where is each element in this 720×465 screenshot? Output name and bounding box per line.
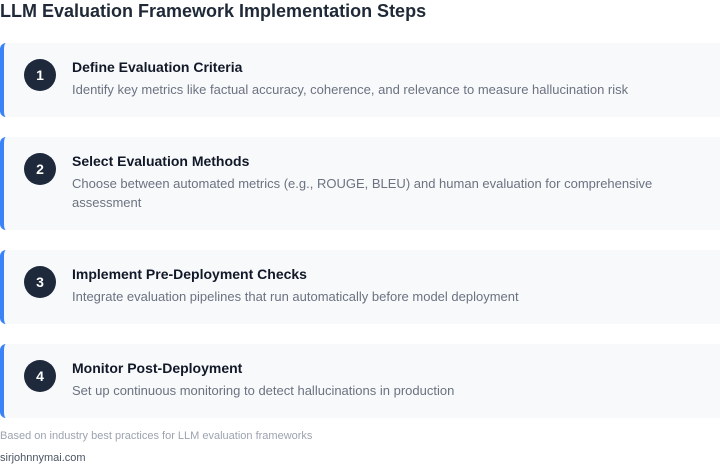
- step-number-badge: 2: [24, 153, 56, 185]
- step-card-2: 2 Select Evaluation Methods Choose betwe…: [0, 137, 720, 230]
- step-title: Select Evaluation Methods: [72, 153, 250, 169]
- step-card-4: 4 Monitor Post-Deployment Set up continu…: [0, 344, 720, 418]
- source-footnote: Based on industry best practices for LLM…: [0, 430, 313, 442]
- step-number-badge: 3: [24, 266, 56, 298]
- step-title: Implement Pre-Deployment Checks: [72, 266, 307, 282]
- step-card-1: 1 Define Evaluation Criteria Identify ke…: [0, 43, 720, 117]
- step-description: Choose between automated metrics (e.g., …: [72, 176, 653, 210]
- step-title: Monitor Post-Deployment: [72, 360, 243, 376]
- step-card-3: 3 Implement Pre-Deployment Checks Integr…: [0, 250, 720, 324]
- step-description: Identify key metrics like factual accura…: [72, 82, 629, 97]
- step-description: Integrate evaluation pipelines that run …: [72, 289, 519, 304]
- step-title: Define Evaluation Criteria: [72, 59, 243, 75]
- step-number-badge: 4: [24, 360, 56, 392]
- page-title: LLM Evaluation Framework Implementation …: [0, 1, 427, 21]
- steps-list: 1 Define Evaluation Criteria Identify ke…: [0, 43, 720, 438]
- step-description: Set up continuous monitoring to detect h…: [72, 383, 455, 398]
- step-number-badge: 1: [24, 59, 56, 91]
- site-credit: sirjohnnymai.com: [0, 452, 86, 464]
